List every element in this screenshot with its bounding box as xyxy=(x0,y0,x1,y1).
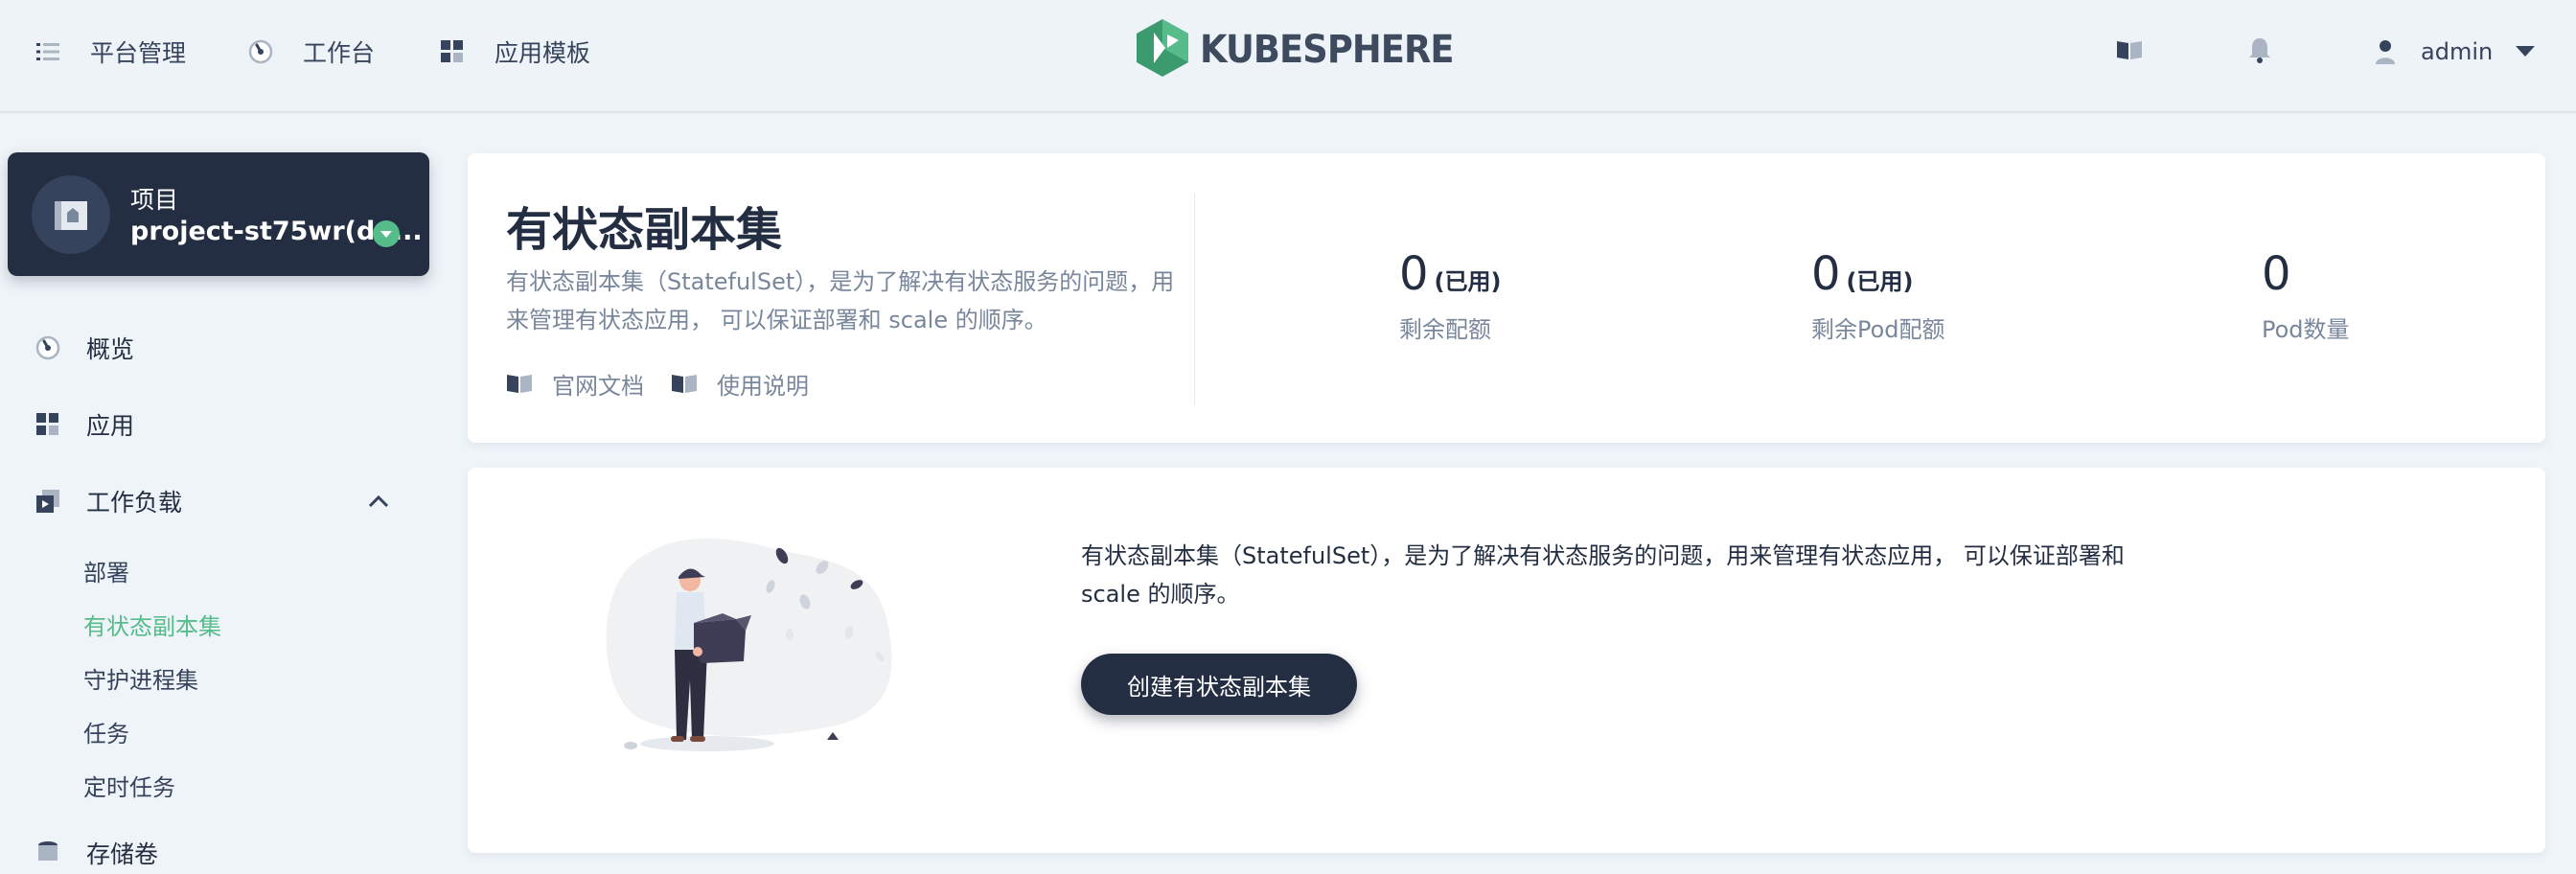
stat-unit: (已用) xyxy=(1846,268,1914,295)
sidebar-item-storage[interactable]: 存储卷 xyxy=(34,832,158,874)
stat-value: 0 (已用) xyxy=(1811,247,1914,301)
project-type-label: 项目 xyxy=(130,186,179,214)
stat-pod-count: 0 Pod数量 xyxy=(2262,249,2350,344)
book-icon xyxy=(671,373,698,394)
sidebar-subitem-statefulsets[interactable]: 有状态副本集 xyxy=(83,608,221,641)
stat-value: 0 (已用) xyxy=(1399,247,1502,301)
nav-platform-management[interactable]: 平台管理 xyxy=(34,0,186,104)
banner-divider xyxy=(1194,194,1195,404)
sidebar-subitem-deployments[interactable]: 部署 xyxy=(83,554,129,587)
stat-unit: (已用) xyxy=(1434,268,1502,295)
dashboard-gauge-icon xyxy=(247,38,274,65)
logo-text: KUBESPHERE xyxy=(1200,28,1455,72)
stat-remaining-quota: 0 (已用) 剩余配额 xyxy=(1399,249,1501,344)
page-title: 有状态副本集 xyxy=(506,203,783,257)
kubesphere-hexagon-icon xyxy=(1137,19,1188,80)
stat-label: 剩余配额 xyxy=(1399,316,1491,343)
chevron-up-icon xyxy=(368,494,389,508)
chevron-down-icon xyxy=(2516,46,2536,58)
stat-label: Pod数量 xyxy=(2262,316,2350,343)
documentation-button[interactable] xyxy=(2112,34,2147,69)
bell-icon xyxy=(2248,36,2271,67)
usage-guide-label: 使用说明 xyxy=(717,372,809,400)
sidebar-item-overview[interactable]: 概览 xyxy=(34,327,134,369)
usage-guide-link[interactable]: 使用说明 xyxy=(671,366,809,401)
list-icon xyxy=(34,38,61,65)
empty-state-illustration xyxy=(602,527,908,780)
nav-app-templates[interactable]: 应用模板 xyxy=(439,0,590,104)
sidebar-item-label: 存储卷 xyxy=(86,840,159,868)
book-icon xyxy=(2116,39,2143,64)
app-grid-icon xyxy=(34,411,61,438)
nav-platform-label: 平台管理 xyxy=(90,39,187,67)
empty-state-description: 有状态副本集（StatefulSet），是为了解决有状态服务的问题，用来管理有状… xyxy=(1081,542,2125,608)
notifications-button[interactable] xyxy=(2242,34,2277,69)
sidebar-item-label: 工作负载 xyxy=(86,489,183,517)
page-banner: 有状态副本集 有状态副本集（StatefulSet），是为了解决有状态服务的问题… xyxy=(468,153,2545,443)
book-icon xyxy=(506,373,533,394)
nav-workbench[interactable]: 工作台 xyxy=(247,0,375,104)
sidebar-item-label: 概览 xyxy=(86,335,135,363)
user-avatar-icon xyxy=(2375,39,2396,64)
empty-state-panel: 有状态副本集（StatefulSet），是为了解决有状态服务的问题，用来管理有状… xyxy=(468,468,2545,853)
create-statefulset-button[interactable]: 创建有状态副本集 xyxy=(1081,654,1357,715)
stat-remaining-pod-quota: 0 (已用) 剩余Pod配额 xyxy=(1811,249,1945,344)
sidebar-subitem-jobs[interactable]: 任务 xyxy=(83,715,129,748)
dashboard-gauge-icon xyxy=(34,334,61,361)
page-description: 有状态副本集（StatefulSet），是为了解决有状态服务的问题，用来管理有状… xyxy=(506,268,1175,334)
workload-icon xyxy=(34,488,61,515)
stat-value: 0 xyxy=(2262,247,2291,301)
project-dropdown-icon[interactable] xyxy=(373,220,400,247)
sidebar-subitem-cronjobs[interactable]: 定时任务 xyxy=(83,769,175,802)
stat-label: 剩余Pod配额 xyxy=(1811,316,1945,343)
official-docs-label: 官网文档 xyxy=(552,372,644,400)
top-navbar: 平台管理 工作台 应用模板 KUBESPHERE admin xyxy=(0,0,2576,113)
nav-workbench-label: 工作台 xyxy=(303,39,376,67)
project-selector-card[interactable]: 项目 project-st75wr(do... xyxy=(8,152,429,276)
kubesphere-logo[interactable]: KUBESPHERE xyxy=(1137,19,1476,80)
sidebar-item-workloads[interactable]: 工作负载 xyxy=(34,480,389,522)
app-grid-icon xyxy=(439,38,466,65)
user-menu[interactable]: admin xyxy=(2375,29,2536,75)
official-docs-link[interactable]: 官网文档 xyxy=(506,366,644,401)
project-icon xyxy=(32,175,110,254)
sidebar-item-apps[interactable]: 应用 xyxy=(34,403,134,446)
nav-app-templates-label: 应用模板 xyxy=(494,39,591,67)
sidebar-item-label: 应用 xyxy=(86,412,135,440)
sidebar-subitem-daemonsets[interactable]: 守护进程集 xyxy=(83,661,198,695)
user-name: admin xyxy=(2421,38,2494,65)
storage-icon xyxy=(34,840,61,866)
